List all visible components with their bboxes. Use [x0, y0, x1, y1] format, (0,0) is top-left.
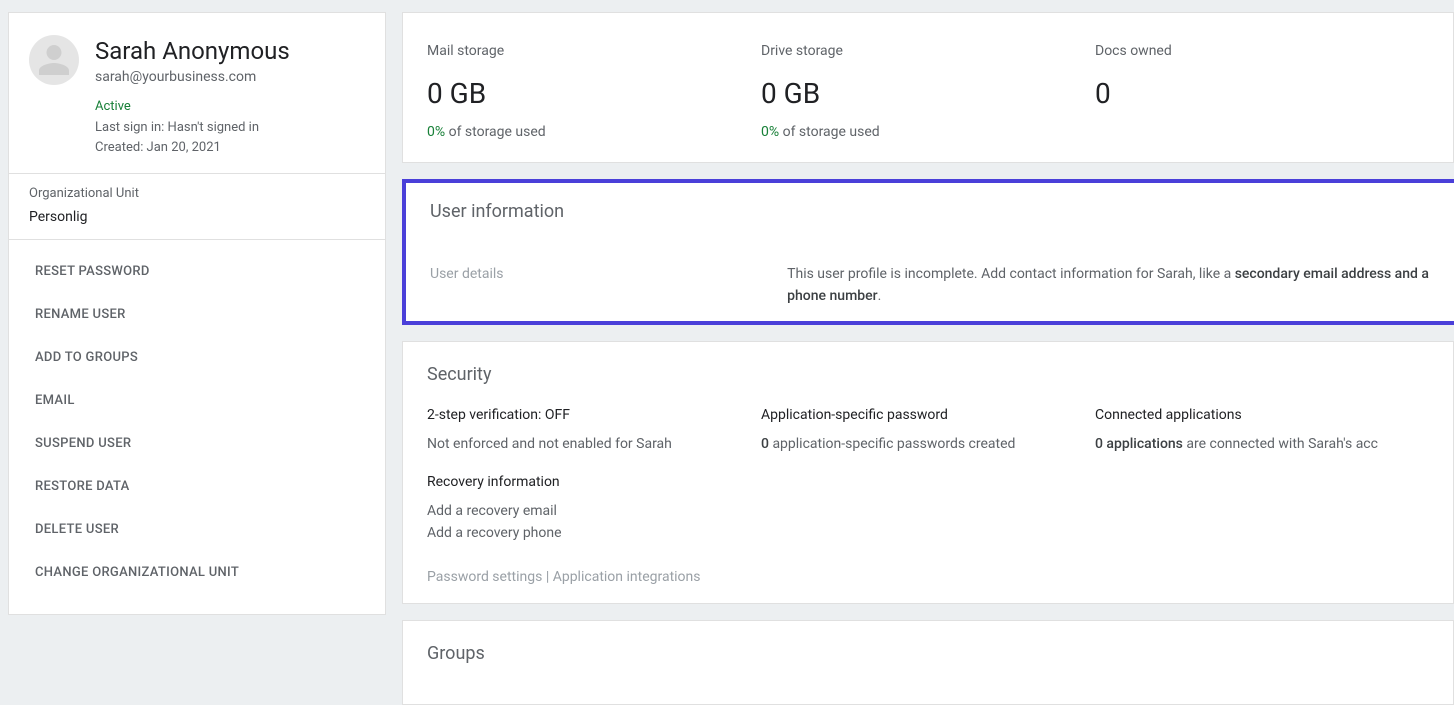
- drive-storage-value: 0 GB: [761, 77, 1095, 110]
- ou-value: Personlig: [29, 209, 365, 225]
- action-list: RESET PASSWORD RENAME USER ADD TO GROUPS…: [9, 240, 385, 614]
- person-icon: [36, 42, 72, 78]
- docs-owned: Docs owned 0: [1095, 43, 1429, 140]
- groups-title: Groups: [427, 643, 1429, 664]
- recovery-phone-link[interactable]: Add a recovery phone: [427, 522, 761, 544]
- drive-pct: 0%: [761, 124, 779, 140]
- user-name: Sarah Anonymous: [95, 37, 290, 65]
- change-ou-button[interactable]: CHANGE ORGANIZATIONAL UNIT: [9, 551, 385, 594]
- user-sidebar-card: Sarah Anonymous sarah@yourbusiness.com A…: [8, 12, 386, 615]
- recovery-title: Recovery information: [427, 474, 761, 490]
- user-information-title: User information: [430, 201, 1430, 222]
- mail-storage-value: 0 GB: [427, 77, 761, 110]
- user-information-card[interactable]: User information User details This user …: [402, 179, 1454, 325]
- app-password-title: Application-specific password: [761, 407, 1095, 423]
- security-footer-links[interactable]: Password settings | Application integrat…: [427, 569, 1429, 585]
- user-information-message: This user profile is incomplete. Add con…: [787, 240, 1430, 307]
- delete-user-button[interactable]: DELETE USER: [9, 508, 385, 551]
- rename-user-button[interactable]: RENAME USER: [9, 293, 385, 336]
- user-email: sarah@yourbusiness.com: [95, 69, 290, 85]
- security-card[interactable]: Security 2-step verification: OFF Not en…: [402, 341, 1454, 603]
- two-step-block: 2-step verification: OFF Not enforced an…: [427, 407, 761, 544]
- user-status: Active: [95, 99, 290, 114]
- two-step-sub: Not enforced and not enabled for Sarah: [427, 433, 761, 455]
- connected-apps-block: Connected applications 0 applications ar…: [1095, 407, 1429, 544]
- org-unit-block: Organizational Unit Personlig: [9, 174, 385, 239]
- email-button[interactable]: EMAIL: [9, 379, 385, 422]
- user-details-label: User details: [430, 266, 787, 282]
- mail-storage: Mail storage 0 GB 0% of storage used: [427, 43, 761, 140]
- docs-owned-value: 0: [1095, 77, 1429, 110]
- drive-storage-title: Drive storage: [761, 43, 1095, 59]
- suspend-user-button[interactable]: SUSPEND USER: [9, 422, 385, 465]
- connected-apps-title: Connected applications: [1095, 407, 1429, 423]
- mail-storage-sub: 0% of storage used: [427, 124, 761, 140]
- add-to-groups-button[interactable]: ADD TO GROUPS: [9, 336, 385, 379]
- created-date: Created: Jan 20, 2021: [95, 138, 290, 158]
- app-password-sub: 0 application-specific passwords created: [761, 433, 1095, 455]
- connected-apps-sub: 0 applications are connected with Sarah'…: [1095, 433, 1429, 455]
- docs-owned-title: Docs owned: [1095, 43, 1429, 59]
- restore-data-button[interactable]: RESTORE DATA: [9, 465, 385, 508]
- last-sign-in: Last sign in: Hasn't signed in: [95, 118, 290, 138]
- ou-label: Organizational Unit: [29, 186, 365, 201]
- reset-password-button[interactable]: RESET PASSWORD: [9, 250, 385, 293]
- avatar: [29, 35, 79, 85]
- mail-storage-title: Mail storage: [427, 43, 761, 59]
- storage-card: Mail storage 0 GB 0% of storage used Dri…: [402, 12, 1454, 163]
- profile-block: Sarah Anonymous sarah@yourbusiness.com A…: [9, 13, 385, 173]
- app-password-block: Application-specific password 0 applicat…: [761, 407, 1095, 544]
- two-step-title: 2-step verification: OFF: [427, 407, 761, 423]
- recovery-email-link[interactable]: Add a recovery email: [427, 500, 761, 522]
- mail-pct: 0%: [427, 124, 445, 140]
- security-title: Security: [427, 364, 1429, 385]
- drive-storage: Drive storage 0 GB 0% of storage used: [761, 43, 1095, 140]
- drive-storage-sub: 0% of storage used: [761, 124, 1095, 140]
- groups-card[interactable]: Groups: [402, 620, 1454, 705]
